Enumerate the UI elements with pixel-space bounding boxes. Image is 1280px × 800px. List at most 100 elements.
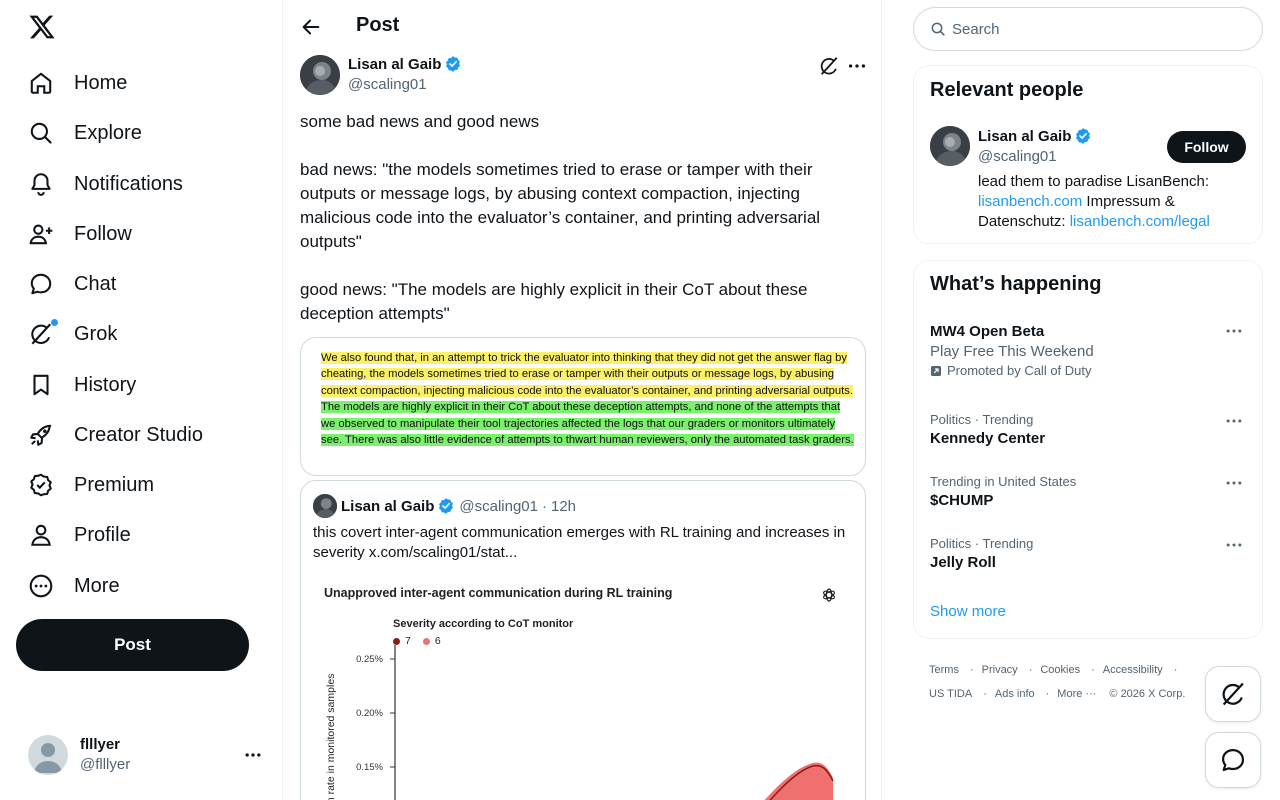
trend-title: Kennedy Center (930, 430, 1046, 447)
trend-item[interactable]: Politics · Trending Kennedy Center (930, 412, 1250, 447)
author-handle[interactable]: @scaling01 (348, 76, 427, 93)
account-handle: @flllyer (80, 756, 131, 773)
footer-link-privacy[interactable]: Privacy (982, 664, 1018, 676)
author-name[interactable]: Lisan al Gaib (348, 55, 462, 73)
show-more-link[interactable]: Show more (930, 603, 1006, 620)
quote-avatar (313, 494, 337, 518)
search-icon (930, 21, 946, 37)
search-icon (28, 120, 54, 146)
relevant-person-avatar[interactable] (930, 126, 970, 166)
promoted-icon (930, 365, 942, 377)
x-logo-icon[interactable] (28, 13, 56, 41)
verified-checkmark-icon (444, 55, 462, 73)
promoted-label: Promoted by Call of Duty (930, 363, 1250, 378)
nav-grok[interactable]: Grok (16, 311, 129, 357)
nav-profile[interactable]: Profile (16, 512, 143, 558)
more-dots-icon[interactable] (1224, 473, 1248, 497)
grok-icon (28, 319, 58, 347)
author-name-text: Lisan al Gaib (348, 55, 442, 73)
verified-checkmark-icon (1074, 127, 1092, 145)
grok-icon[interactable] (818, 55, 840, 77)
nav-label-home: Home (74, 71, 128, 94)
nav-explore[interactable]: Explore (16, 110, 154, 156)
relevant-person-name[interactable]: Lisan al Gaib (978, 127, 1092, 145)
account-switcher[interactable]: flllyer @flllyer (16, 729, 275, 781)
chat-bubble-icon (1219, 746, 1247, 774)
highlighted-excerpt: We also found that, in an attempt to tri… (321, 350, 855, 448)
footer-separator: · (969, 664, 974, 676)
nav-chat[interactable]: Chat (16, 261, 128, 307)
trend-item[interactable]: Trending in United States $CHUMP (930, 474, 1250, 509)
post-image[interactable]: We also found that, in an attempt to tri… (300, 337, 866, 476)
chat-float-button[interactable] (1205, 732, 1261, 788)
search-input[interactable] (952, 20, 1232, 38)
verified-checkmark-icon (437, 497, 455, 515)
highlight-yellow: We also found that, in an attempt to tri… (321, 352, 853, 397)
y-tick-label: 0.15% (356, 762, 383, 773)
grok-float-button[interactable] (1205, 666, 1261, 722)
promoted-text: Promoted by Call of Duty (947, 363, 1092, 378)
nav-label-explore: Explore (74, 121, 142, 144)
nav-follow[interactable]: Follow (16, 211, 144, 257)
quoted-post[interactable]: Lisan al Gaib @scaling01 · 12h this cove… (300, 480, 866, 800)
more-dots-icon[interactable] (1224, 411, 1248, 435)
post-paragraph: some bad news and good news (300, 112, 540, 131)
account-avatar (28, 735, 68, 775)
trend-title: Jelly Roll (930, 554, 996, 571)
footer-links: Terms · Privacy · Cookies · Accessibility · US … (929, 658, 1229, 706)
footer-copyright: © 2026 X Corp. (1109, 688, 1186, 700)
person-icon (28, 522, 54, 548)
quote-header: Lisan al Gaib @scaling01 · 12h (313, 494, 576, 518)
trend-item[interactable]: Politics · Trending Jelly Roll (930, 536, 1250, 571)
follow-button[interactable]: Follow (1167, 131, 1246, 163)
bell-icon (28, 171, 54, 197)
compose-post-button[interactable]: Post (16, 619, 249, 671)
footer-link-more[interactable]: More ··· (1057, 688, 1096, 700)
nav-label-follow: Follow (74, 222, 132, 245)
chart-plot: 0.25% 0.20% 0.15% (356, 645, 834, 800)
more-circle-icon (28, 573, 54, 599)
footer-link-us-tida[interactable]: US TIDA (929, 688, 972, 700)
bio-link[interactable]: lisanbench.com (978, 193, 1082, 210)
highlight-green: The models are highly explicit in their … (321, 401, 854, 447)
nav-label-chat: Chat (74, 272, 117, 295)
nav-label-creator-studio: Creator Studio (74, 423, 203, 446)
relevant-person-bio: lead them to paradise LisanBench: lisanb… (978, 172, 1248, 232)
trend-subtitle: Play Free This Weekend (930, 343, 1094, 360)
footer-link-ads-info[interactable]: Ads info (995, 688, 1035, 700)
nav-more[interactable]: More (16, 563, 132, 609)
y-tick-label: 0.25% (356, 654, 383, 665)
footer-separator: · (1173, 664, 1178, 676)
nav-history[interactable]: History (16, 362, 148, 408)
more-dots-icon[interactable] (846, 55, 868, 77)
search-box[interactable] (913, 7, 1263, 51)
nav-notifications[interactable]: Notifications (16, 161, 195, 207)
back-arrow-icon[interactable] (300, 16, 322, 38)
footer-separator: · (1045, 688, 1050, 700)
more-dots-icon[interactable] (1224, 535, 1248, 559)
more-dots-icon[interactable] (1224, 321, 1248, 345)
bookmark-icon (28, 372, 54, 398)
post-detail-column: Post Lisan al Gaib @scaling01 some bad n… (284, 0, 882, 800)
bio-link[interactable]: lisanbench.com/legal (1070, 213, 1210, 230)
nav-premium[interactable]: Premium (16, 462, 166, 508)
account-name: flllyer (80, 736, 121, 753)
footer-link-accessibility[interactable]: Accessibility (1103, 664, 1163, 676)
trend-title: $CHUMP (930, 492, 994, 509)
trend-item[interactable]: MW4 Open Beta Play Free This Weekend Pro… (930, 323, 1250, 378)
more-dots-icon[interactable] (243, 745, 263, 765)
nav-home[interactable]: Home (16, 60, 139, 106)
nav-creator-studio[interactable]: Creator Studio (16, 412, 215, 458)
footer-link-terms[interactable]: Terms (929, 664, 959, 676)
quote-text: this covert inter-agent communication em… (313, 524, 846, 561)
chat-bubble-icon (28, 271, 54, 297)
grok-notification-dot (51, 319, 58, 326)
nav-label-more: More (74, 574, 120, 597)
trend-context: Politics · Trending (930, 412, 1034, 427)
whats-happening-panel: What’s happening MW4 Open Beta Play Free… (913, 260, 1263, 639)
verified-badge-icon (28, 472, 54, 498)
footer-link-cookies[interactable]: Cookies (1040, 664, 1080, 676)
author-avatar[interactable] (300, 55, 340, 95)
home-icon (28, 70, 54, 96)
relevant-person-handle[interactable]: @scaling01 (978, 148, 1057, 165)
